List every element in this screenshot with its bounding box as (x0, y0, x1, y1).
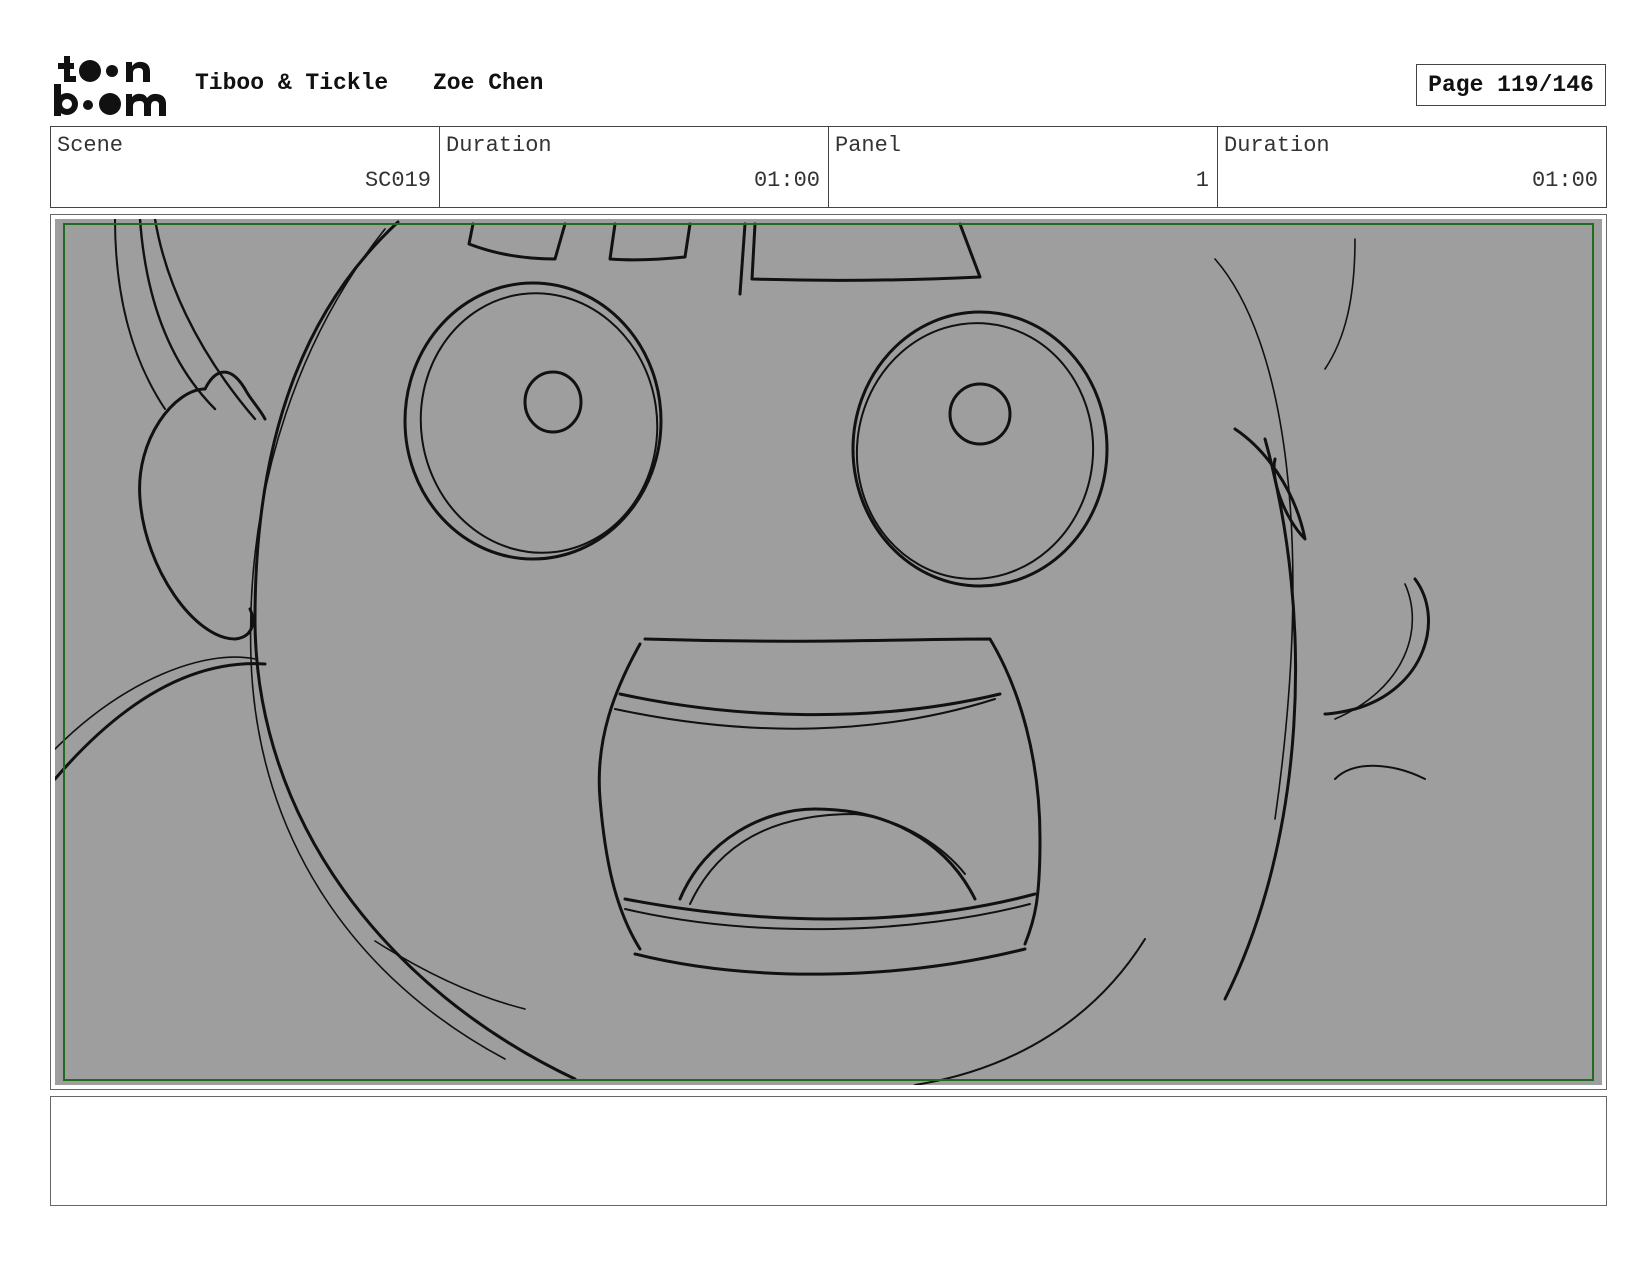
scene-duration-value: 01:00 (753, 168, 820, 193)
scene-duration-cell: Duration 01:00 (440, 127, 829, 207)
panel-cell: Panel 1 (829, 127, 1218, 207)
storyboard-sketch-icon (55, 219, 1430, 1085)
panel-duration-value: 01:00 (1531, 168, 1598, 193)
scene-info-table: Scene SC019 Duration 01:00 Panel 1 Durat… (50, 126, 1607, 208)
scene-duration-label: Duration (446, 133, 552, 158)
toon-boom-logo-icon (54, 56, 166, 116)
author-name: Zoe Chen (433, 70, 544, 96)
scene-cell: Scene SC019 (51, 127, 440, 207)
scene-label: Scene (57, 133, 124, 158)
page-indicator: Page 119/146 (1416, 64, 1606, 106)
panel-duration-label: Duration (1224, 133, 1330, 158)
panel-duration-cell: Duration 01:00 (1218, 127, 1606, 207)
panel-image (55, 219, 1602, 1085)
project-title: Tiboo & Tickle (195, 70, 389, 96)
panel-notes-box[interactable] (50, 1096, 1607, 1206)
panel-value: 1 (1195, 168, 1209, 193)
scene-value: SC019 (364, 168, 431, 193)
panel-frame (50, 214, 1607, 1090)
panel-label: Panel (835, 133, 902, 158)
